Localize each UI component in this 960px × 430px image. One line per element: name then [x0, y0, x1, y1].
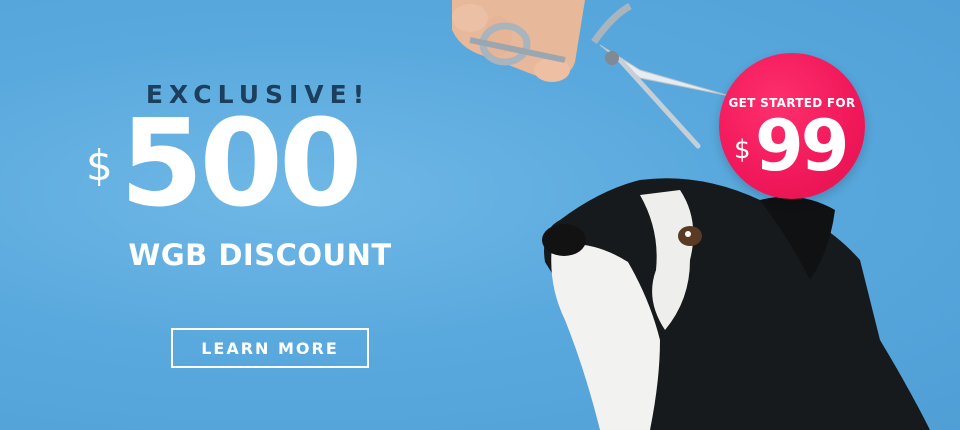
promo-banner[interactable]: EXCLUSIVE! $ 500 WGB DISCOUNT LEARN MORE…	[0, 0, 960, 430]
price-badge[interactable]: GET STARTED FOR $ 99	[719, 53, 865, 199]
scissors-image	[469, 2, 731, 149]
badge-price: 99	[755, 105, 849, 187]
dog-image	[542, 178, 930, 430]
learn-more-button[interactable]: LEARN MORE	[171, 328, 369, 368]
promo-text-block: EXCLUSIVE! $ 500 WGB DISCOUNT	[80, 80, 420, 272]
discount-label: WGB DISCOUNT	[128, 238, 392, 272]
discount-amount: $ 500	[80, 105, 420, 238]
currency-symbol: $	[86, 141, 113, 190]
discount-value: 500	[120, 95, 362, 234]
badge-currency-symbol: $	[734, 135, 751, 165]
